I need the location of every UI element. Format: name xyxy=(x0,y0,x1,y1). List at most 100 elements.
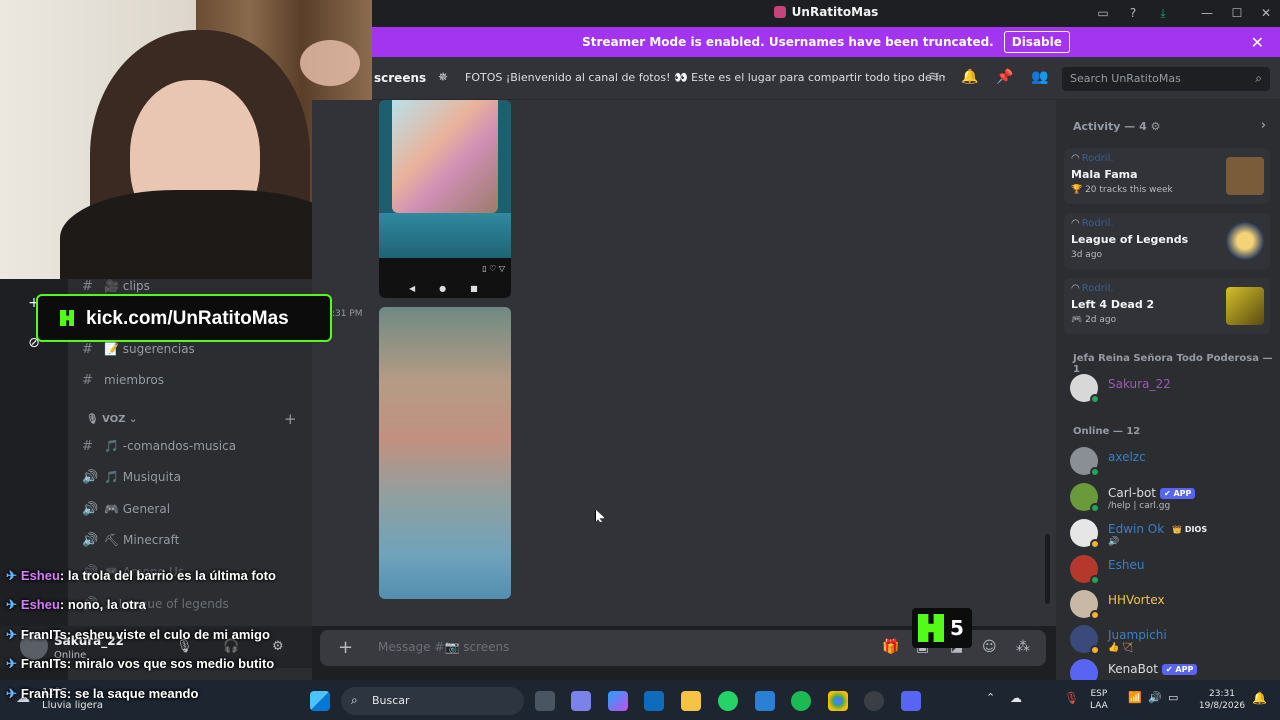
outlook-icon[interactable] xyxy=(644,691,664,711)
gift-icon[interactable]: 🎁 xyxy=(882,639,899,655)
member-item[interactable]: HHVortex xyxy=(1070,588,1276,620)
file-explorer-icon[interactable] xyxy=(681,691,701,711)
close-banner-icon[interactable]: ✕ xyxy=(1251,33,1264,52)
status-online-icon xyxy=(1090,467,1100,477)
channel-label: 🎮 General xyxy=(104,502,171,516)
activity-card[interactable]: ◠ Rodril. Left 4 Dead 2 🎮 2d ago xyxy=(1064,278,1270,334)
search-placeholder: Search UnRatitoMas xyxy=(1070,72,1181,85)
member-name-text: Carl-bot xyxy=(1108,486,1156,500)
chat-message: esheu viste el culo de mi amigo xyxy=(74,627,270,642)
kick-logo-icon xyxy=(60,310,74,326)
search-icon: ⌕ xyxy=(351,693,358,707)
image-attachment[interactable]: ▯ ♡ ▽ ◀●■ xyxy=(379,100,511,298)
member-item[interactable]: Sakura_22 xyxy=(1070,372,1276,404)
category-label: 🎙 VOZ xyxy=(86,414,126,425)
chat-nick: FranITs xyxy=(20,656,67,671)
member-item[interactable]: Carl-bot ✔ APP /help | carl.gg xyxy=(1070,481,1276,513)
activity-card[interactable]: ◠ Rodril. League of Legends 3d ago xyxy=(1064,213,1270,269)
chat-message: la trola del barrio es la última foto xyxy=(67,568,276,583)
chat-overlay-line: ✈ FranITs: esheu viste el culo de mi amig… xyxy=(6,627,270,642)
channel-miembros[interactable]: # miembros xyxy=(82,373,164,395)
channel-sugerencias[interactable]: # 📝 sugerencias xyxy=(82,342,195,364)
channel-label: 🎵 -comandos-musica xyxy=(104,439,237,453)
wifi-icon[interactable]: 📶 xyxy=(1128,692,1142,704)
status-online-icon xyxy=(1090,503,1100,513)
close-window-button[interactable]: ✕ xyxy=(1256,4,1276,22)
scrollbar[interactable] xyxy=(1045,534,1050,604)
speaker-icon: 🔊 xyxy=(82,470,99,485)
member-item[interactable]: Edwin Ok 👑 DIOS 🔊 xyxy=(1070,517,1276,549)
chat-nick: FranITs xyxy=(20,627,67,642)
member-sidebar: Activity — 4 ⚙ › ◠ Rodril. Mala Fama 🏆 20… xyxy=(1056,100,1280,687)
activity-user: ◠ Rodril. xyxy=(1071,283,1114,294)
category-voz[interactable]: 🎙 VOZ ⌄ xyxy=(86,414,137,425)
lang-2: LAA xyxy=(1090,701,1108,711)
chevron-right-icon[interactable]: › xyxy=(1261,118,1266,133)
member-name: Carl-bot ✔ APP xyxy=(1108,486,1196,500)
obs-icon[interactable] xyxy=(864,691,884,711)
add-attachment-icon[interactable]: + xyxy=(338,637,353,658)
start-icon[interactable] xyxy=(310,691,330,711)
mouse-cursor-icon xyxy=(595,509,605,523)
member-status: /help | carl.gg xyxy=(1108,501,1171,511)
inbox-icon[interactable]: ▭ xyxy=(1093,4,1113,22)
pin-icon[interactable]: 📌 xyxy=(995,69,1015,89)
chat-overlay-line: ✈ Esheu: la trola del barrio es la última… xyxy=(6,568,276,583)
activity-game: League of Legends xyxy=(1071,233,1189,246)
copilot-icon[interactable] xyxy=(608,691,628,711)
blurred-image-attachment[interactable] xyxy=(379,307,511,599)
notification-bell-icon[interactable]: 🔔 xyxy=(960,69,980,89)
server-logo-icon xyxy=(773,6,786,18)
clock[interactable]: 23:31 19/8/2026 xyxy=(1196,688,1248,712)
add-channel-icon[interactable]: + xyxy=(284,410,297,428)
app-icon[interactable] xyxy=(755,691,775,711)
member-item[interactable]: axelzc xyxy=(1070,445,1276,477)
discord-icon[interactable] xyxy=(901,691,921,711)
phone-nav-bar: ▯ ♡ ▽ ◀●■ xyxy=(379,258,511,298)
notification-icon[interactable]: 🔔 xyxy=(1252,692,1267,704)
onedrive-icon[interactable]: ☁ xyxy=(1010,692,1022,704)
search-input[interactable]: Search UnRatitoMas ⌕ xyxy=(1062,67,1270,91)
download-icon[interactable]: ⤓ xyxy=(1153,4,1173,22)
gear-icon[interactable]: ⚙ xyxy=(272,639,284,654)
voice-channel-minecraft[interactable]: 🔊 ⛏ Minecraft xyxy=(82,533,179,555)
photo-content xyxy=(392,100,498,213)
microphone-icon[interactable]: 🎙 xyxy=(1064,692,1079,704)
battery-icon[interactable]: ▭ xyxy=(1168,692,1178,704)
help-icon[interactable]: ? xyxy=(1123,4,1143,22)
streamer-mode-banner: Streamer Mode is enabled. Usernames have… xyxy=(372,27,1280,57)
channel-label: 🎥 clips xyxy=(104,279,150,293)
message-input[interactable]: Message #📷 screens xyxy=(378,640,509,654)
apps-icon[interactable]: ⁂ xyxy=(1016,639,1030,655)
teams-icon[interactable] xyxy=(571,691,591,711)
volume-icon[interactable]: 🔊 xyxy=(1148,692,1162,704)
member-item[interactable]: Esheu xyxy=(1070,553,1276,585)
channel-topic[interactable]: FOTOS ¡Bienvenido al canal de fotos! 👀 E… xyxy=(465,71,945,84)
chat-message: miralo vos que sos medio butito xyxy=(74,656,275,671)
minimize-button[interactable]: — xyxy=(1197,4,1217,22)
task-view-icon[interactable] xyxy=(535,691,555,711)
member-item[interactable]: Juampichi 👍 🏹 xyxy=(1070,623,1276,655)
member-list-icon[interactable]: 👥 xyxy=(1030,69,1050,89)
threads-icon[interactable]: ≋ xyxy=(924,69,944,89)
voice-channel-musiquita[interactable]: 🔊 🎵 Musiquita xyxy=(82,470,181,492)
language-indicator[interactable]: ESP LAA xyxy=(1090,688,1108,712)
member-name: Esheu xyxy=(1108,558,1145,572)
activity-card[interactable]: ◠ Rodril. Mala Fama 🏆 20 tracks this week xyxy=(1064,148,1270,204)
voice-channel-general[interactable]: 🔊 🎮 General xyxy=(82,502,170,524)
activity-header: Activity — 4 ⚙ xyxy=(1073,120,1160,133)
lang-1: ESP xyxy=(1090,689,1108,699)
banner-text: Streamer Mode is enabled. Usernames have… xyxy=(582,35,994,49)
gear-icon[interactable]: ⚙ xyxy=(1151,120,1161,133)
chevron-up-icon[interactable]: ⌃ xyxy=(986,692,995,704)
member-name: Sakura_22 xyxy=(1108,377,1171,391)
disable-button[interactable]: Disable xyxy=(1003,31,1070,53)
taskbar-search[interactable]: ⌕ Buscar xyxy=(341,687,524,715)
maximize-button[interactable]: ☐ xyxy=(1227,4,1247,22)
whatsapp-icon[interactable] xyxy=(718,691,738,711)
channel-comandos-musica[interactable]: # 🎵 -comandos-musica xyxy=(82,439,236,461)
pin-icon: ✈ xyxy=(6,597,17,612)
chrome-icon[interactable] xyxy=(828,691,848,711)
spotify-icon[interactable] xyxy=(791,691,811,711)
emoji-icon[interactable]: ☺ xyxy=(982,639,997,655)
